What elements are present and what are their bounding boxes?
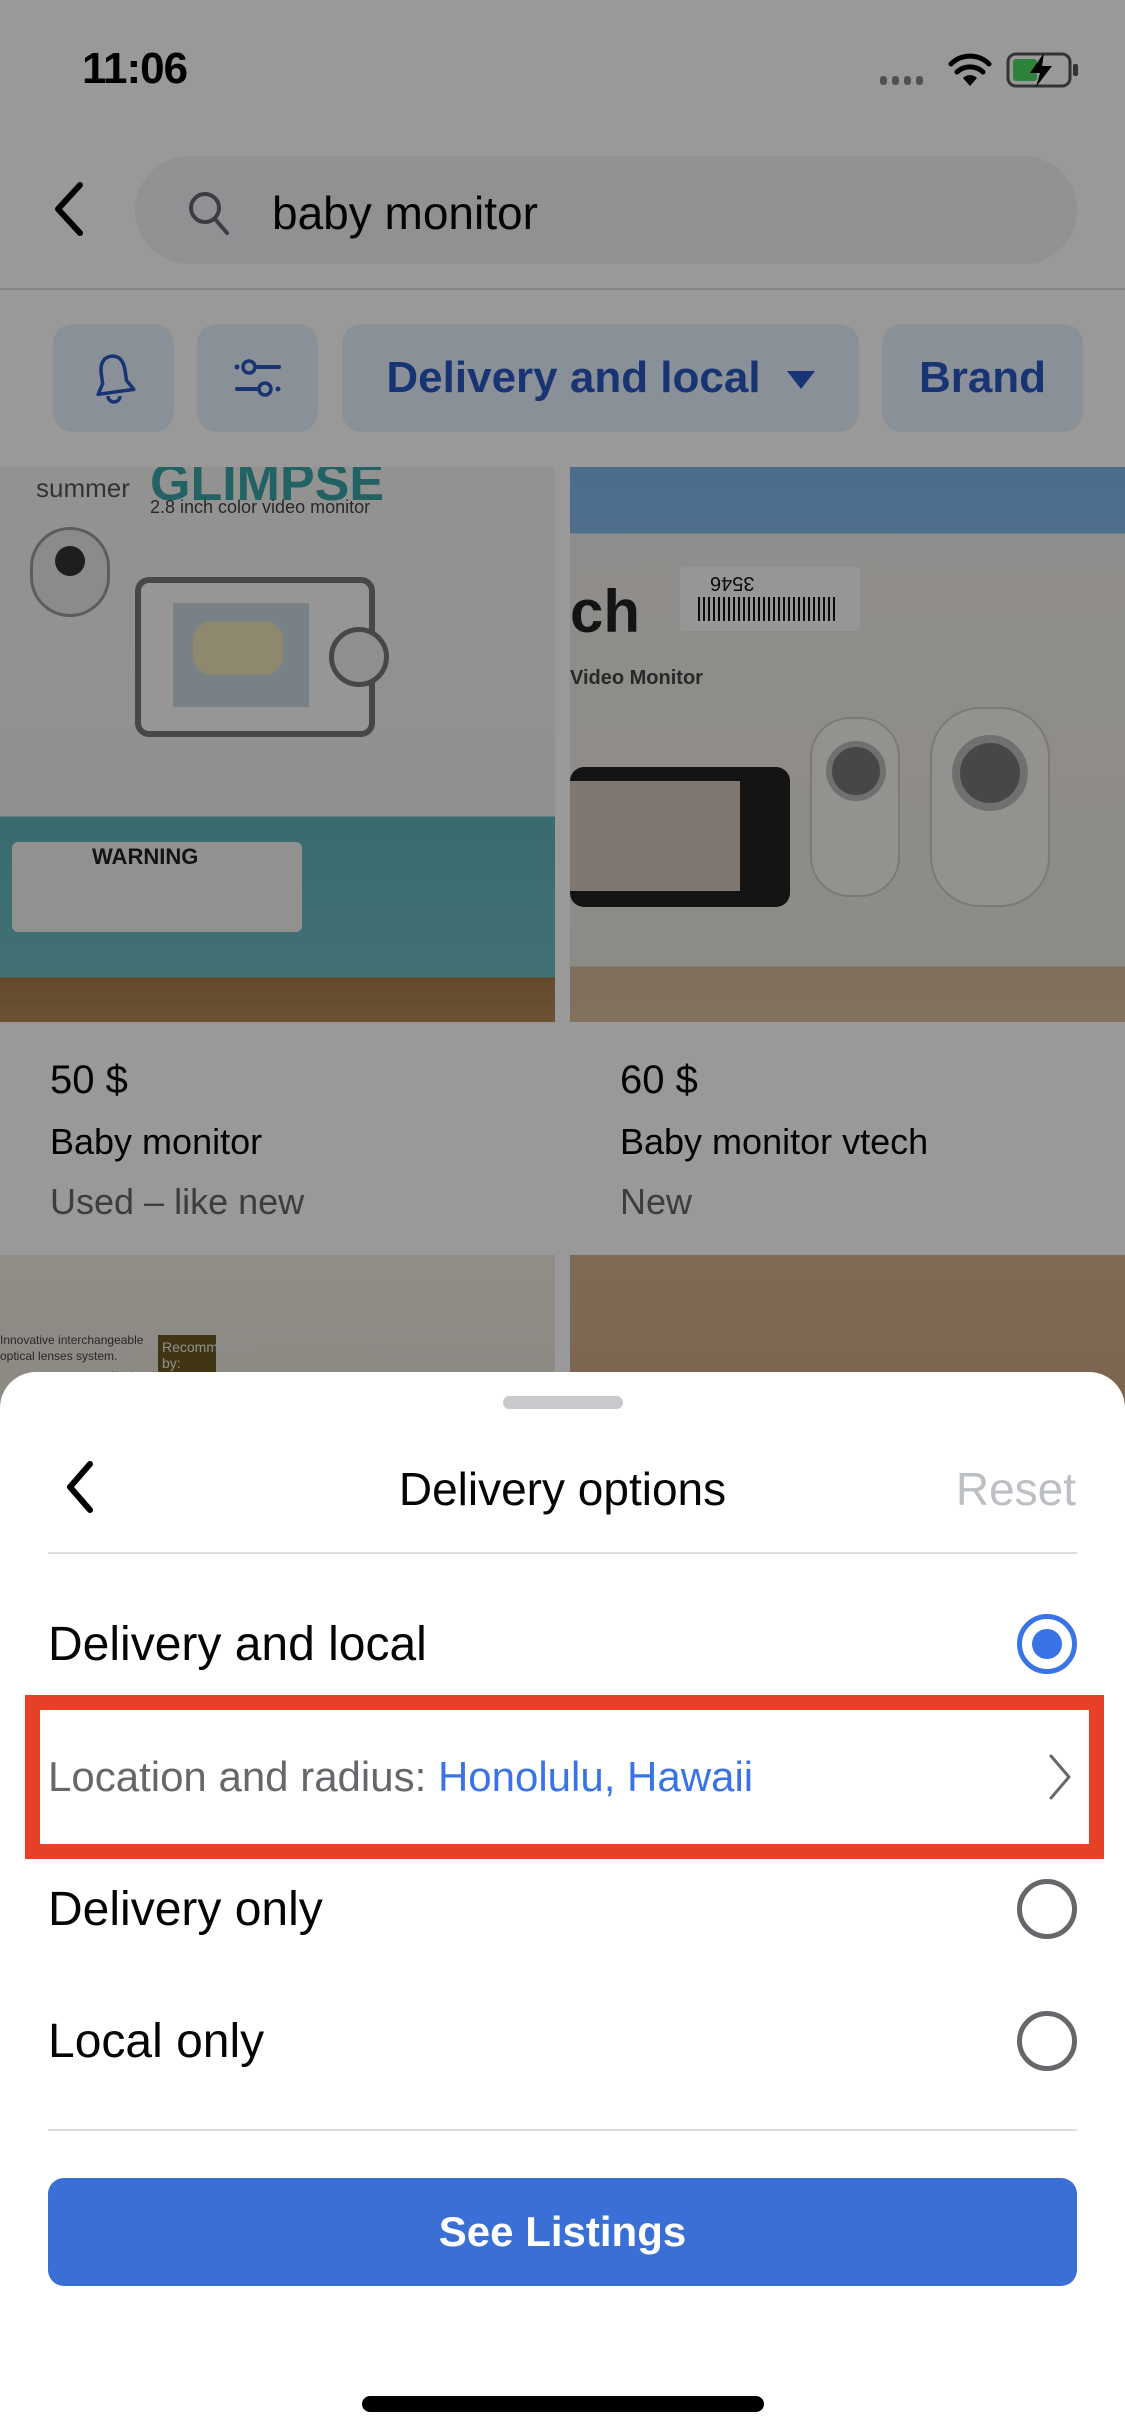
- option-label: Delivery only: [48, 1882, 323, 1936]
- sheet-divider: [48, 1552, 1077, 1554]
- see-listings-button[interactable]: See Listings: [48, 2178, 1077, 2286]
- sheet-header: Delivery options Reset: [0, 1432, 1125, 1542]
- location-label: Location and radius:: [48, 1753, 438, 1800]
- sheet-grabber[interactable]: [503, 1396, 623, 1409]
- option-local-only[interactable]: Local only: [48, 1981, 1077, 2101]
- home-indicator[interactable]: [362, 2396, 764, 2412]
- option-delivery-and-local[interactable]: Delivery and local: [48, 1584, 1077, 1704]
- reset-button[interactable]: Reset: [956, 1462, 1076, 1516]
- location-value: Honolulu, Hawaii: [437, 1753, 754, 1800]
- radio-unselected[interactable]: [1017, 2011, 1077, 2071]
- option-label: Local only: [48, 2014, 265, 2068]
- delivery-options-sheet: Delivery options Reset Delivery and loca…: [0, 1372, 1125, 2436]
- option-delivery-only[interactable]: Delivery only: [48, 1849, 1077, 1969]
- option-label: Delivery and local: [48, 1617, 427, 1671]
- sheet-divider: [48, 2129, 1077, 2131]
- location-radius-row[interactable]: Location and radius: Honolulu, Hawaii: [25, 1695, 1104, 1859]
- chevron-right-icon: [1049, 1754, 1071, 1800]
- radio-selected[interactable]: [1017, 1614, 1077, 1674]
- location-label-text: Location and radius: Honolulu, Hawaii: [48, 1753, 753, 1801]
- radio-unselected[interactable]: [1017, 1879, 1077, 1939]
